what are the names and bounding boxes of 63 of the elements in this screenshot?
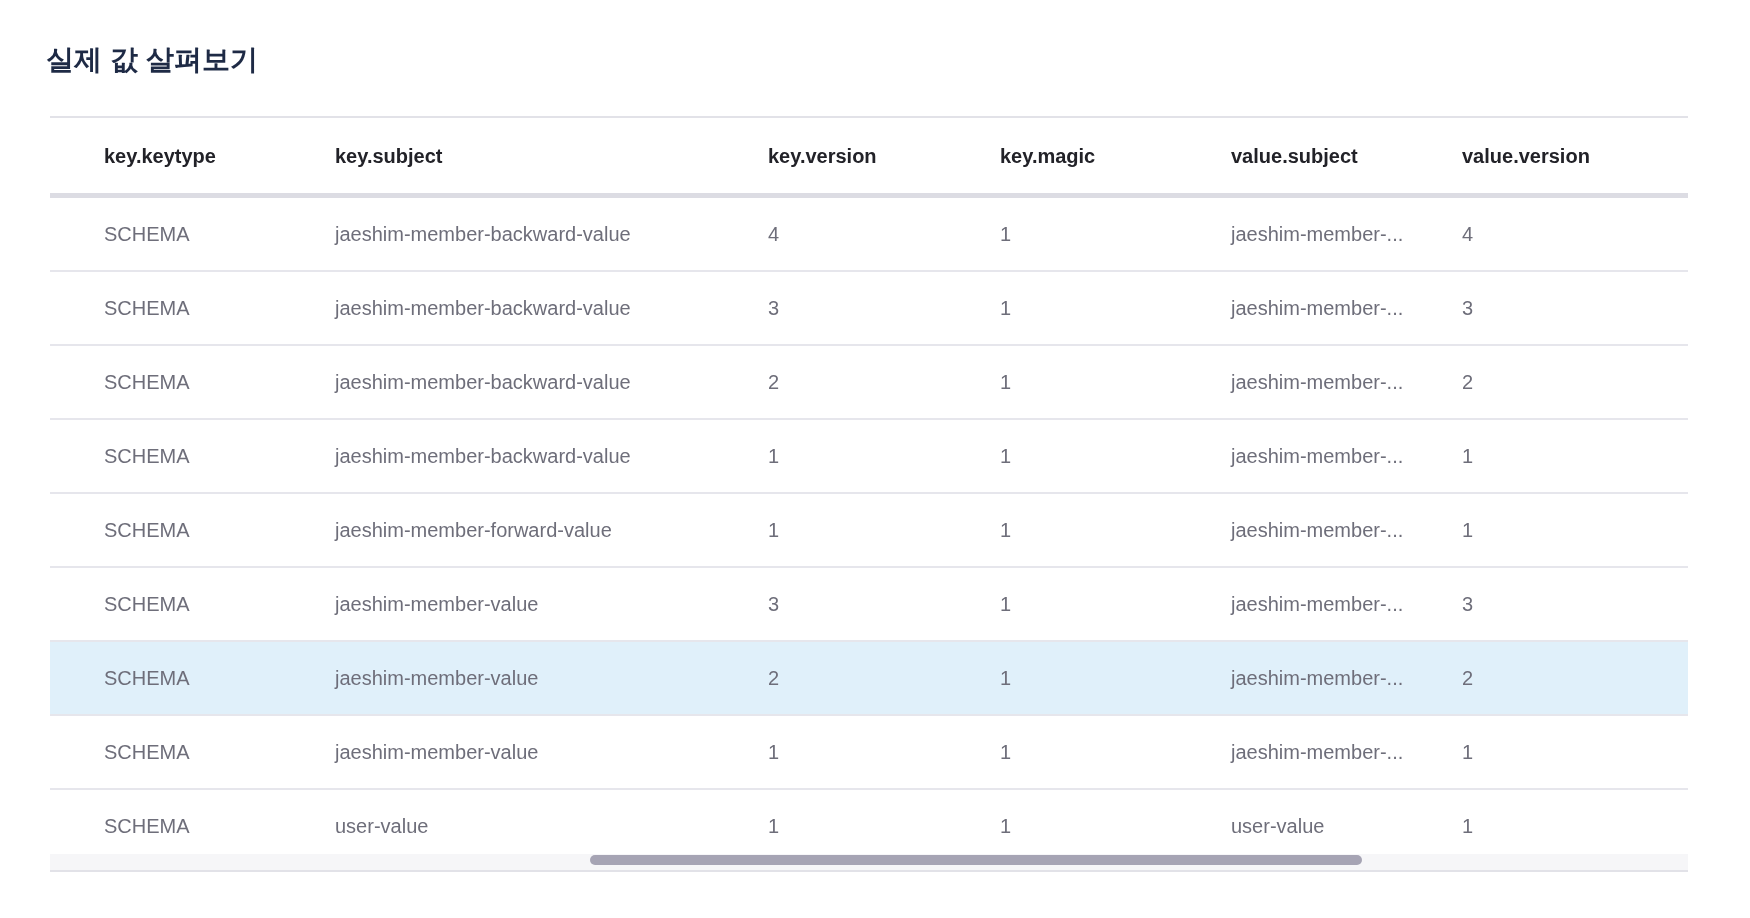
column-header[interactable]: key.subject <box>335 144 443 167</box>
column-header[interactable]: key.magic <box>1000 144 1096 167</box>
table-cell: 1 <box>1000 519 1012 541</box>
table-cell: 2 <box>768 667 780 689</box>
table-cell: 1 <box>1000 593 1012 615</box>
table-cell: jaeshim-member-... <box>1231 445 1404 467</box>
table-cell: 1 <box>768 741 780 763</box>
table-cell: 1 <box>1462 519 1474 541</box>
table-cell: 1 <box>1462 815 1474 837</box>
table-cell: 2 <box>768 371 780 393</box>
table-cell: user-value <box>1231 815 1325 837</box>
table-cell: 2 <box>1462 667 1474 689</box>
table-cell: jaeshim-member-... <box>1231 667 1404 689</box>
table-cell: 3 <box>768 297 780 319</box>
table-cell: 1 <box>768 519 780 541</box>
table-cell: 3 <box>1462 297 1474 319</box>
table-cell: 1 <box>768 445 780 467</box>
table-cell: 2 <box>1462 371 1474 393</box>
table-cell: jaeshim-member-... <box>1231 519 1404 541</box>
column-header[interactable]: value.subject <box>1231 144 1358 167</box>
scrollbar-thumb[interactable] <box>590 855 1362 865</box>
table-cell: SCHEMA <box>104 371 190 393</box>
table-cell: jaeshim-member-forward-value <box>335 519 612 541</box>
table-cell: 1 <box>1462 741 1474 763</box>
table-cell: 1 <box>1000 445 1012 467</box>
table-cell: 1 <box>1000 297 1012 319</box>
table-cell: SCHEMA <box>104 519 190 541</box>
table-cell: SCHEMA <box>104 223 190 245</box>
table-cell: jaeshim-member-... <box>1231 593 1404 615</box>
table-cell: SCHEMA <box>104 815 190 837</box>
table-cell: 1 <box>1000 741 1012 763</box>
table-cell: 1 <box>1000 667 1012 689</box>
table-cell: jaeshim-member-backward-value <box>335 223 631 245</box>
table-cell: user-value <box>335 815 429 837</box>
table-cell: 1 <box>1000 223 1012 245</box>
table-cell: jaeshim-member-value <box>335 667 539 689</box>
table-cell: jaeshim-member-value <box>335 593 539 615</box>
table-cell: 4 <box>1462 223 1474 245</box>
column-header[interactable]: value.version <box>1462 144 1590 167</box>
table-cell: jaeshim-member-backward-value <box>335 371 631 393</box>
table-cell: SCHEMA <box>104 593 190 615</box>
table-cell: jaeshim-member-... <box>1231 297 1404 319</box>
table-cell: jaeshim-member-... <box>1231 223 1404 245</box>
table-row[interactable]: SCHEMA jaeshim-member-value 2 1 jaeshim-member-... 2 <box>50 642 1688 716</box>
table-cell: 3 <box>768 593 780 615</box>
table-cell: SCHEMA <box>104 667 190 689</box>
table-cell: jaeshim-member-value <box>335 741 539 763</box>
table-cell: jaeshim-member-backward-value <box>335 445 631 467</box>
column-header[interactable]: key.keytype <box>104 144 216 167</box>
table-cell: 1 <box>1462 445 1474 467</box>
table-cell: 1 <box>1000 371 1012 393</box>
table-cell: 3 <box>1462 593 1474 615</box>
table-cell: SCHEMA <box>104 741 190 763</box>
table-cell: jaeshim-member-... <box>1231 371 1404 393</box>
table-cell: jaeshim-member-... <box>1231 741 1404 763</box>
table-cell: SCHEMA <box>104 445 190 467</box>
table-cell: 4 <box>768 223 780 245</box>
table-cell: jaeshim-member-backward-value <box>335 297 631 319</box>
section-title: 실제 값 살펴보기 <box>46 43 258 77</box>
table-cell: SCHEMA <box>104 297 190 319</box>
table-cell: 1 <box>1000 815 1012 837</box>
column-header[interactable]: key.version <box>768 144 877 167</box>
table-cell: 1 <box>768 815 780 837</box>
